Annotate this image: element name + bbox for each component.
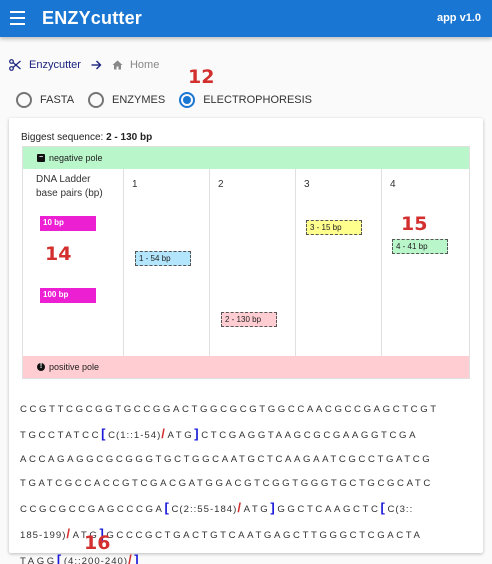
sequence-segment: CTCGAGGTAAGCGCGAAGGTCGA	[201, 430, 419, 441]
biggest-sequence-label: Biggest sequence:	[21, 132, 104, 143]
ladder-title-line2: base pairs (bp)	[36, 188, 103, 199]
breadcrumb: Enzycutter Home	[9, 57, 159, 73]
fragment-band-2: 2 - 130 bp	[221, 312, 277, 327]
scissors-icon	[9, 59, 21, 71]
fragment-label-1: C(1::1-54)	[108, 430, 162, 441]
fragment-bracket: ]	[134, 552, 142, 564]
sequence-segment: GGCTCAAGCTC	[277, 504, 381, 515]
sequence-line: TGATCGCCACCGTCGACGATGGACGTCGGTGGGTGCTGCG…	[20, 478, 433, 489]
radio-fasta[interactable]: FASTA	[16, 92, 74, 108]
ladder-lane: DNA Ladder base pairs (bp) 10 bp 100 bp	[23, 169, 124, 358]
annotation-12: 12	[188, 66, 215, 88]
home-icon	[112, 60, 123, 70]
sequence-line: TGCCTATCC[C(1::1-54)/ATG]CTCGAGGTAAGCGCG…	[20, 422, 476, 448]
positive-pole-label: positive pole	[49, 362, 100, 372]
ladder-title-line1: DNA Ladder	[36, 174, 91, 185]
sequence-segment: ATG	[243, 504, 271, 515]
sequence-line: ACCAGAGGCGCGGGTGCTGGCAATGCTCAAGAATCGCCTG…	[20, 454, 433, 465]
app-title: ENZYcutter	[42, 8, 143, 28]
annotation-16: 16	[84, 532, 111, 554]
lane-3: 3 3 - 15 bp	[296, 169, 382, 358]
sequence-segment: ATG	[167, 430, 195, 441]
fragment-bracket: [	[56, 552, 64, 564]
app-version: app v1.0	[436, 12, 481, 24]
sequence-segment: TAGG	[20, 556, 57, 564]
radio-circle-selected	[179, 92, 196, 108]
fragment-label-4: (4::200-240)	[63, 556, 129, 564]
arrow-right-icon	[91, 60, 102, 70]
sequence-line: CCGCGCCGAGCCCGA[C(2::55-184)/ATG]GGCTCAA…	[20, 496, 476, 522]
radio-enzymes[interactable]: ENZYMES	[88, 92, 165, 108]
lane-label: 4	[390, 179, 396, 190]
sequence-segment: TGCCTATCC	[20, 430, 102, 441]
positive-pole-bar: ! positive pole	[23, 356, 469, 378]
annotation-14: 14	[45, 243, 72, 265]
lane-label: 1	[132, 179, 138, 190]
fragment-band-4: 4 - 41 bp	[392, 239, 448, 254]
fragment-label-2: C(2::55-184)	[171, 504, 238, 515]
radio-circle	[88, 92, 105, 108]
sequence-line: CCGTTCGCGGTGCCGGACTGGCGCGTGGCCAACGCCGAGC…	[20, 404, 439, 415]
menu-icon[interactable]	[10, 11, 25, 25]
annotation-15: 15	[401, 213, 428, 235]
fragment-label-3-start: C(3::	[387, 504, 414, 515]
breadcrumb-link-label: Enzycutter	[29, 59, 81, 71]
radio-circle	[16, 92, 32, 108]
lane-2: 2 2 - 130 bp	[210, 169, 296, 358]
lane-1: 1 1 - 54 bp	[124, 169, 210, 358]
breadcrumb-current-label: Home	[129, 59, 160, 71]
info-circle-icon: !	[37, 363, 45, 371]
breadcrumb-link-enzycutter[interactable]: Enzycutter	[9, 59, 81, 71]
biggest-sequence: Biggest sequence: 2 - 130 bp	[21, 132, 152, 143]
electrophoresis-card: Biggest sequence: 2 - 130 bp − negative …	[9, 118, 483, 564]
mode-radio-group: FASTA ENZYMES ELECTROPHORESIS	[16, 92, 326, 108]
lane-label: 2	[218, 179, 224, 190]
gel-panel: − negative pole DNA Ladder base pairs (b…	[22, 146, 470, 379]
minus-box-icon: −	[37, 154, 45, 162]
sequence-segment: CCGCGCCGAGCCCGA	[20, 504, 165, 515]
radio-label: ELECTROPHORESIS	[203, 94, 313, 106]
negative-pole-bar: − negative pole	[23, 147, 469, 169]
radio-label: FASTA	[40, 94, 75, 106]
app-bar: ENZYcutter app v1.0	[0, 0, 492, 37]
sequence-segment: GCCCGCTGACTGTCAATGAGCTTGGGCTCGACTA	[106, 530, 423, 541]
lane-label: 3	[304, 179, 310, 190]
biggest-sequence-value: 2 - 130 bp	[106, 132, 153, 143]
ladder-band-10bp: 10 bp	[40, 216, 96, 231]
negative-pole-label: negative pole	[49, 153, 103, 163]
radio-label: ENZYMES	[112, 94, 166, 106]
fragment-label-3-end: 185-199)	[20, 530, 67, 541]
fragment-band-1: 1 - 54 bp	[135, 251, 191, 266]
breadcrumb-current: Home	[112, 59, 159, 71]
ladder-title: DNA Ladder base pairs (bp)	[36, 173, 103, 201]
fragment-band-3: 3 - 15 bp	[306, 220, 362, 235]
radio-electrophoresis[interactable]: ELECTROPHORESIS	[179, 92, 312, 108]
lane-4: 4 4 - 41 bp	[382, 169, 469, 358]
ladder-band-100bp: 100 bp	[40, 288, 96, 303]
